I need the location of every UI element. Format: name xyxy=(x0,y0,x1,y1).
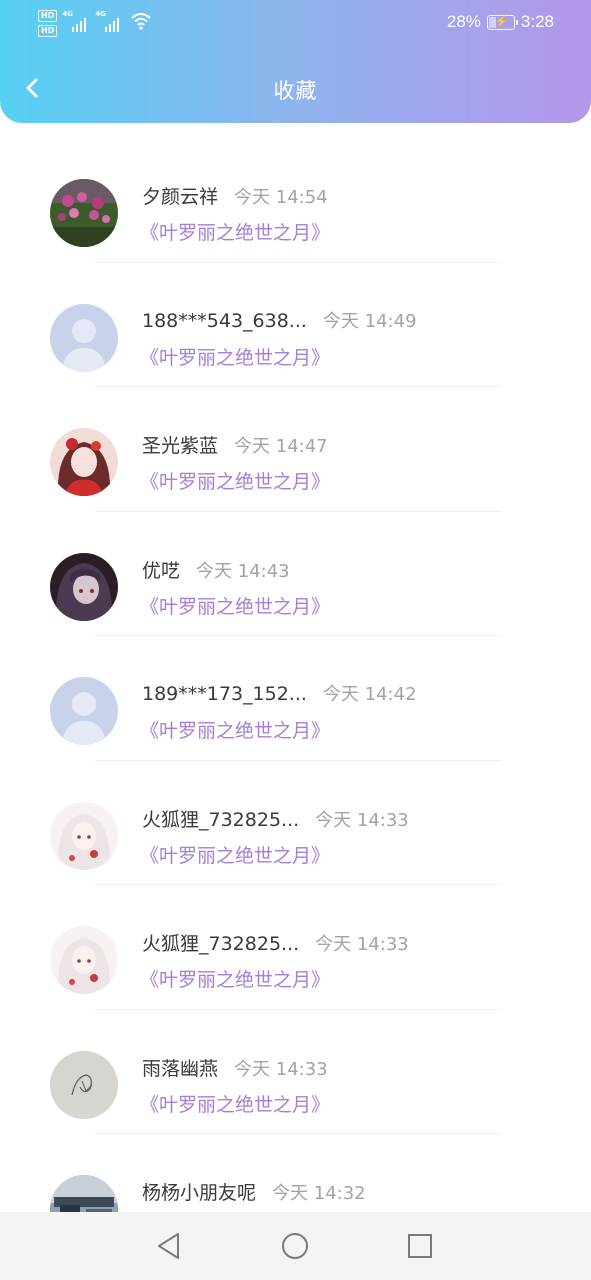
timestamp: 今天 14:47 xyxy=(234,436,328,457)
user-name[interactable]: 火狐狸_732825... xyxy=(142,805,299,832)
square-recents-icon xyxy=(408,1234,432,1258)
work-title-link[interactable]: 《叶罗丽之绝世之月》 xyxy=(140,218,330,245)
sim2-hd-badge: HD xyxy=(38,25,58,37)
clock: 3:28 xyxy=(520,12,554,31)
nav-home-button[interactable] xyxy=(277,1228,313,1264)
user-name[interactable]: 杨杨小朋友呢 xyxy=(142,1178,256,1205)
work-title-link[interactable]: 《叶罗丽之绝世之月》 xyxy=(140,467,330,494)
user-name[interactable]: 优呓 xyxy=(142,556,180,583)
list-item[interactable]: 火狐狸_732825... 今天 14:33 《叶罗丽之绝世之月》 xyxy=(0,761,591,885)
battery-percent: 28% xyxy=(446,12,481,31)
avatar[interactable] xyxy=(50,1050,118,1119)
wifi-icon xyxy=(131,13,152,30)
avatar[interactable] xyxy=(50,303,118,372)
avatar[interactable] xyxy=(50,1175,118,1212)
list-item[interactable]: 圣光紫蓝 今天 14:47 《叶罗丽之绝世之月》 xyxy=(0,387,591,512)
name-row: 夕颜云祥 今天 14:54 xyxy=(142,182,328,209)
timestamp: 今天 14:54 xyxy=(234,187,328,208)
list-item[interactable]: 189***173_152... 今天 14:42 《叶罗丽之绝世之月》 xyxy=(0,636,591,761)
sim1-hd-badge: HD xyxy=(38,10,58,22)
user-name[interactable]: 夕颜云祥 xyxy=(142,182,218,209)
avatar[interactable] xyxy=(50,677,118,745)
list-item[interactable]: 火狐狸_732825... 今天 14:33 《叶罗丽之绝世之月》 xyxy=(0,885,591,1010)
favorites-list[interactable]: 夕颜云祥 今天 14:54 《叶罗丽之绝世之月》 188***543_638... 今天… xyxy=(0,138,591,1212)
user-name[interactable]: 雨落幽燕 xyxy=(142,1054,218,1081)
user-name[interactable]: 火狐狸_732825... xyxy=(142,929,299,956)
list-item[interactable]: 雨落幽燕 今天 14:33 《叶罗丽之绝世之月》 xyxy=(0,1010,591,1134)
work-title-link[interactable]: 《叶罗丽之绝世之月》 xyxy=(140,841,330,868)
name-row: 火狐狸_732825... 今天 14:33 xyxy=(142,929,409,956)
list-item[interactable]: 杨杨小朋友呢今天 14:32《叶罗丽之绝世之月》 xyxy=(0,1134,591,1212)
battery-icon: ⚡ xyxy=(486,14,518,30)
app-header: HD HD 4G 4G 28% ⚡ 3:28 收藏 xyxy=(0,0,591,123)
timestamp: 今天 14:49 xyxy=(322,310,417,332)
work-title-link[interactable]: 《叶罗丽之绝世之月》 xyxy=(140,343,330,370)
avatar[interactable] xyxy=(50,428,118,496)
status-bar: HD HD 4G 4G 28% ⚡ 3:28 xyxy=(0,0,591,48)
triangle-back-icon xyxy=(158,1233,179,1259)
avatar[interactable] xyxy=(50,552,118,621)
name-row: 优呓 今天 14:43 xyxy=(142,556,290,583)
user-name[interactable]: 188***543_638... xyxy=(142,310,307,332)
nav-recents-button[interactable] xyxy=(402,1228,438,1264)
timestamp: 今天 14:43 xyxy=(196,560,290,582)
avatar[interactable] xyxy=(50,179,118,247)
system-nav-bar xyxy=(0,1212,591,1280)
status-left: HD HD 4G 4G xyxy=(38,10,152,37)
work-title-link[interactable]: 《叶罗丽之绝世之月》 xyxy=(140,592,330,619)
page-title: 收藏 xyxy=(273,79,318,103)
list-item[interactable]: 优呓 今天 14:43 《叶罗丽之绝世之月》 xyxy=(0,512,591,636)
list-item[interactable]: 188***543_638... 今天 14:49 《叶罗丽之绝世之月》 xyxy=(0,263,591,387)
network1-label: 4G xyxy=(62,10,73,18)
status-right: 28% ⚡ 3:28 xyxy=(447,12,554,32)
avatar[interactable] xyxy=(50,926,118,994)
circle-home-icon xyxy=(282,1233,308,1259)
network2-label: 4G xyxy=(95,10,106,18)
name-row: 火狐狸_732825... 今天 14:33 xyxy=(142,805,409,832)
work-title-link[interactable]: 《叶罗丽之绝世之月》 xyxy=(140,1090,330,1117)
timestamp: 今天 14:33 xyxy=(315,809,409,831)
timestamp: 今天 14:33 xyxy=(234,1058,328,1080)
name-row: 杨杨小朋友呢 今天 14:32 xyxy=(142,1178,366,1205)
work-title-link[interactable]: 《叶罗丽之绝世之月》 xyxy=(140,965,330,992)
nav-back-button[interactable] xyxy=(151,1228,187,1264)
user-name[interactable]: 圣光紫蓝 xyxy=(142,431,218,458)
timestamp: 今天 14:33 xyxy=(315,934,409,955)
avatar[interactable] xyxy=(50,801,118,870)
timestamp: 今天 14:42 xyxy=(322,684,417,705)
list-item[interactable]: 夕颜云祥 今天 14:54 《叶罗丽之绝世之月》 xyxy=(0,138,591,263)
timestamp: 今天 14:32 xyxy=(272,1183,366,1204)
name-row: 188***543_638... 今天 14:49 xyxy=(142,307,417,333)
signal-2-icon: 4G xyxy=(95,10,123,32)
name-row: 雨落幽燕 今天 14:33 xyxy=(142,1054,328,1081)
name-row: 189***173_152... 今天 14:42 xyxy=(142,680,417,706)
user-name[interactable]: 189***173_152... xyxy=(142,683,307,705)
signal-1-icon: 4G xyxy=(62,10,90,32)
work-title-link[interactable]: 《叶罗丽之绝世之月》 xyxy=(140,716,330,743)
hd-badges: HD HD xyxy=(38,10,58,37)
name-row: 圣光紫蓝 今天 14:47 xyxy=(142,431,328,458)
